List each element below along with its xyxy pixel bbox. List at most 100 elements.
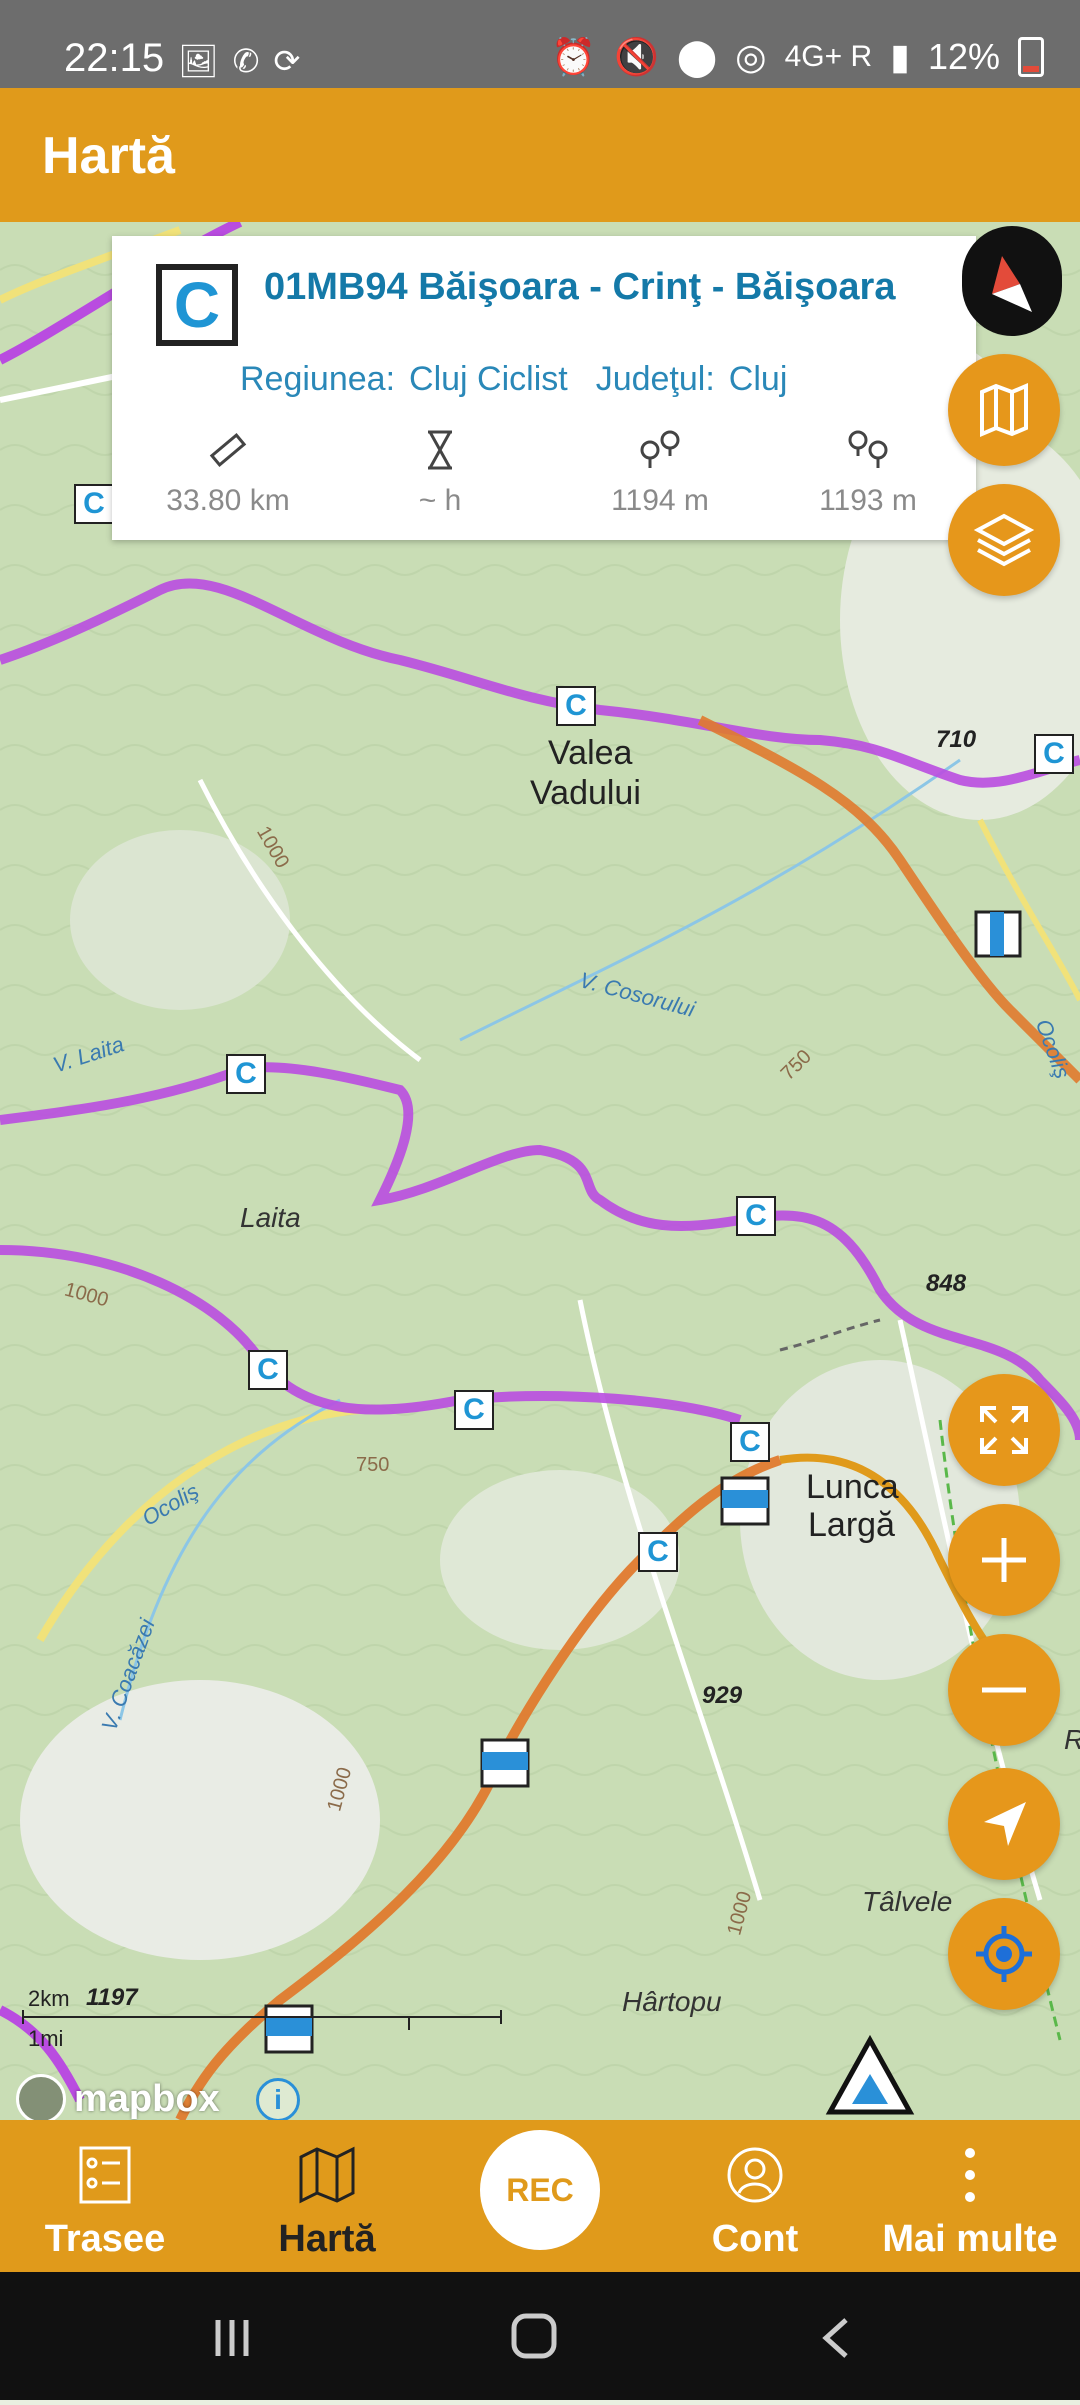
- fullscreen-button[interactable]: [948, 1374, 1060, 1486]
- scale-mi: 1mi: [28, 2026, 64, 2051]
- route-info-card[interactable]: C 01MB94 Băişoara - Crinţ - Băişoara Reg…: [112, 236, 976, 540]
- app-bar: Hartă: [0, 88, 1080, 222]
- scale-tick: [500, 2010, 502, 2024]
- route-marker[interactable]: C: [556, 686, 596, 726]
- navigate-icon: [984, 1802, 1026, 1846]
- nav-label: Hartă: [278, 2218, 376, 2260]
- mapbox-attribution[interactable]: mapbox: [16, 2074, 220, 2120]
- place-label: Largă: [808, 1506, 895, 1544]
- route-marker[interactable]: C: [730, 1422, 770, 1462]
- nav-label: Trasee: [44, 2218, 166, 2260]
- place-label: Vadului: [530, 774, 641, 812]
- route-meta: Regiunea: Cluj Ciclist Judeţul: Cluj: [240, 360, 787, 399]
- mute-icon: 🔇: [614, 36, 659, 77]
- route-marker[interactable]: C: [248, 1350, 288, 1390]
- county-value: Cluj: [728, 360, 788, 398]
- nav-harta[interactable]: Hartă: [262, 2142, 392, 2261]
- zoom-in-button[interactable]: [948, 1504, 1060, 1616]
- layers-icon: [973, 513, 1035, 567]
- route-marker[interactable]: C: [736, 1196, 776, 1236]
- scale-km: 2km: [28, 1986, 70, 2011]
- zoom-out-icon: [982, 1687, 1026, 1693]
- layers-button[interactable]: [948, 484, 1060, 596]
- whatsapp-icon: ✆: [232, 43, 260, 79]
- notification-icons: 🖼 ✆ ⟳: [178, 42, 300, 80]
- scale-tick: [408, 2016, 410, 2030]
- route-marker[interactable]: C: [74, 484, 114, 524]
- place-label: Lunca: [806, 1468, 899, 1506]
- county-label: Judeţul:: [595, 360, 715, 398]
- distance-value: 33.80 km: [166, 484, 290, 517]
- descent-stat: 1193 m: [768, 426, 968, 518]
- nav-cont[interactable]: Cont: [700, 2142, 810, 2261]
- rec-button[interactable]: REC: [480, 2130, 600, 2250]
- nav-label: Cont: [711, 2218, 799, 2260]
- scale-bar: [22, 2016, 502, 2018]
- alarm-icon: ⏰: [551, 36, 597, 77]
- compass-icon: [992, 256, 1032, 312]
- nav-mai-multe[interactable]: Mai multe: [872, 2142, 1068, 2261]
- location-icon: ⬤: [676, 36, 718, 77]
- map-style-button[interactable]: [948, 354, 1060, 466]
- descent-value: 1193 m: [819, 484, 917, 517]
- duration-value: ~ h: [418, 484, 462, 517]
- ruler-icon: [128, 426, 328, 474]
- home-icon: [511, 2313, 557, 2359]
- system-navigation-bar: [0, 2272, 1080, 2400]
- zoom-in-icon: [982, 1538, 1026, 1582]
- place-label: R: [1064, 1724, 1080, 1756]
- distance-stat: 33.80 km: [128, 426, 328, 518]
- zoom-out-button[interactable]: [948, 1634, 1060, 1746]
- route-type-badge: C: [156, 264, 238, 346]
- map-icon: [262, 2142, 392, 2208]
- scale-tick: [22, 2010, 24, 2024]
- battery-percent: 12%: [927, 36, 1000, 77]
- my-location-button[interactable]: [948, 1898, 1060, 2010]
- place-label: Hârtopu: [622, 1986, 722, 2017]
- ascent-stat: 1194 m: [560, 426, 760, 518]
- route-marker[interactable]: C: [638, 1532, 678, 1572]
- ascent-value: 1194 m: [611, 484, 709, 517]
- region-value: Cluj Ciclist: [409, 360, 568, 398]
- hourglass-icon: [340, 426, 540, 474]
- duration-stat: ~ h: [340, 426, 540, 518]
- elevation-label: 1197: [86, 1984, 138, 2011]
- recent-apps-icon: [215, 2320, 249, 2356]
- compass-button[interactable]: [962, 226, 1062, 336]
- mapbox-logo-icon: [16, 2074, 66, 2120]
- descent-icon: [768, 426, 968, 474]
- map-icon: [980, 382, 1028, 438]
- page-title: Hartă: [42, 127, 175, 185]
- image-icon: 🖼: [178, 43, 219, 79]
- info-icon[interactable]: i: [256, 2078, 300, 2120]
- elevation-label: 848: [926, 1270, 967, 1297]
- elevation-label: 929: [702, 1682, 743, 1709]
- route-marker[interactable]: C: [226, 1054, 266, 1094]
- status-right-icons: ⏰ 🔇 ⬤ ◎ 4G+ R ▮ 12%: [551, 36, 1044, 78]
- nav-trasee[interactable]: Trasee: [40, 2142, 170, 2261]
- route-marker[interactable]: C: [1034, 734, 1074, 774]
- more-icon: [872, 2142, 1068, 2208]
- route-title: 01MB94 Băişoara - Crinţ - Băişoara: [264, 266, 896, 308]
- back-icon: [822, 2318, 848, 2358]
- network-type: 4G+ R: [784, 40, 873, 73]
- status-bar: 22:15 🖼 ✆ ⟳ ⏰ 🔇 ⬤ ◎ 4G+ R ▮ 12%: [0, 0, 1080, 88]
- my-location-icon: [976, 1926, 1032, 1982]
- nav-label: Mai multe: [882, 2218, 1058, 2260]
- battery-icon: [1018, 37, 1044, 77]
- mapbox-wordmark: mapbox: [74, 2077, 220, 2120]
- route-marker[interactable]: C: [454, 1390, 494, 1430]
- signal-icon: ▮: [890, 36, 910, 77]
- list-icon: [40, 2142, 170, 2208]
- hotspot-icon: ◎: [735, 36, 767, 77]
- user-icon: [700, 2142, 810, 2208]
- sync-icon: ⟳: [273, 43, 301, 79]
- place-label: Tâlvele: [862, 1886, 953, 1917]
- status-time: 22:15: [64, 36, 165, 80]
- ascent-icon: [560, 426, 760, 474]
- navigate-button[interactable]: [948, 1768, 1060, 1880]
- contour-label: 750: [356, 1454, 390, 1476]
- elevation-label: 710: [936, 726, 977, 753]
- place-label: Valea: [548, 734, 633, 772]
- fullscreen-icon: [980, 1406, 1028, 1454]
